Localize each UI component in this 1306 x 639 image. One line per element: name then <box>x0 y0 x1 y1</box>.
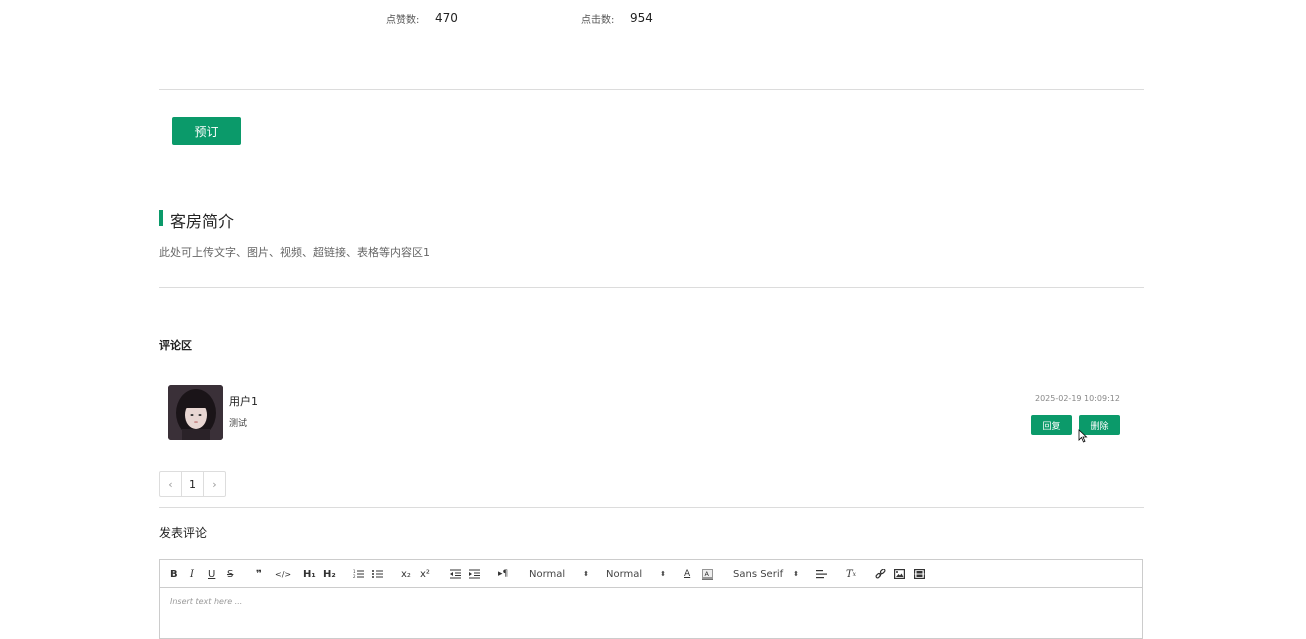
underline-icon[interactable]: U <box>208 566 215 582</box>
select-arrow-icon: ⬍ <box>583 570 589 578</box>
text-direction-icon[interactable]: ▸¶ <box>498 566 508 582</box>
select-arrow-icon: ⬍ <box>793 570 799 578</box>
link-icon[interactable] <box>875 566 886 582</box>
superscript-button[interactable]: x² <box>420 566 430 582</box>
select-arrow-icon: ⬍ <box>660 570 666 578</box>
h2-button[interactable]: H₂ <box>323 566 336 582</box>
mouse-cursor-icon <box>1078 429 1088 443</box>
italic-icon[interactable]: I <box>190 566 194 582</box>
header-select-value: Normal <box>529 568 566 580</box>
svg-text:A: A <box>705 570 710 578</box>
rich-text-editor: B I U S ❞ </> H₁ H₂ 12 x₂ x² ▸¶ Normal ⬍… <box>159 559 1143 639</box>
avatar-portrait-icon <box>168 385 223 440</box>
bold-icon[interactable]: B <box>170 566 178 582</box>
editor-placeholder: Insert text here ... <box>170 597 243 606</box>
font-color-icon[interactable]: A <box>684 566 690 582</box>
editor-input[interactable]: Insert text here ... <box>160 588 1142 615</box>
clicks-label: 点击数: <box>581 15 615 26</box>
book-button[interactable]: 预订 <box>172 117 241 145</box>
indent-decrease-icon[interactable] <box>450 566 461 582</box>
likes-label: 点赞数: <box>386 15 420 26</box>
align-icon[interactable] <box>816 566 827 582</box>
next-page-button[interactable]: › <box>204 472 225 496</box>
comment-timestamp: 2025-02-19 10:09:12 <box>1035 394 1120 403</box>
size-select-value: Normal <box>606 568 643 580</box>
image-icon[interactable] <box>894 566 905 582</box>
blockquote-icon[interactable]: ❞ <box>256 566 262 582</box>
editor-toolbar: B I U S ❞ </> H₁ H₂ 12 x₂ x² ▸¶ Normal ⬍… <box>160 560 1142 588</box>
subscript-button[interactable]: x₂ <box>401 566 411 582</box>
post-comment-title: 发表评论 <box>159 526 208 540</box>
pagination: ‹ 1 › <box>159 471 226 497</box>
comment-text: 测试 <box>229 419 248 429</box>
divider <box>159 287 1144 288</box>
h1-button[interactable]: H₁ <box>303 566 316 582</box>
font-select[interactable]: Sans Serif ⬍ <box>733 566 799 582</box>
background-color-icon[interactable]: A <box>702 566 713 582</box>
clicks-value: 954 <box>630 11 653 25</box>
strike-icon[interactable]: S <box>227 566 233 582</box>
comment-username: 用户1 <box>229 395 258 408</box>
reply-button[interactable]: 回复 <box>1031 415 1072 435</box>
size-select[interactable]: Normal ⬍ <box>606 566 666 582</box>
font-select-value: Sans Serif <box>733 568 784 580</box>
comments-title: 评论区 <box>159 339 192 352</box>
room-intro-title: 客房简介 <box>170 212 235 231</box>
avatar <box>168 385 223 440</box>
page-1-button[interactable]: 1 <box>182 472 204 496</box>
header-select[interactable]: Normal ⬍ <box>529 566 589 582</box>
indent-increase-icon[interactable] <box>469 566 480 582</box>
section-accent-bar <box>159 210 163 226</box>
svg-text:2: 2 <box>353 574 356 579</box>
code-block-icon[interactable]: </> <box>275 566 291 582</box>
divider <box>159 89 1144 90</box>
video-icon[interactable] <box>914 566 925 582</box>
divider <box>159 507 1144 508</box>
bullet-list-icon[interactable] <box>372 566 383 582</box>
room-intro-description: 此处可上传文字、图片、视频、超链接、表格等内容区1 <box>159 246 430 259</box>
prev-page-button[interactable]: ‹ <box>160 472 182 496</box>
likes-value: 470 <box>435 11 458 25</box>
ordered-list-icon[interactable]: 12 <box>353 566 364 582</box>
clear-format-icon[interactable]: Tx <box>846 566 856 582</box>
